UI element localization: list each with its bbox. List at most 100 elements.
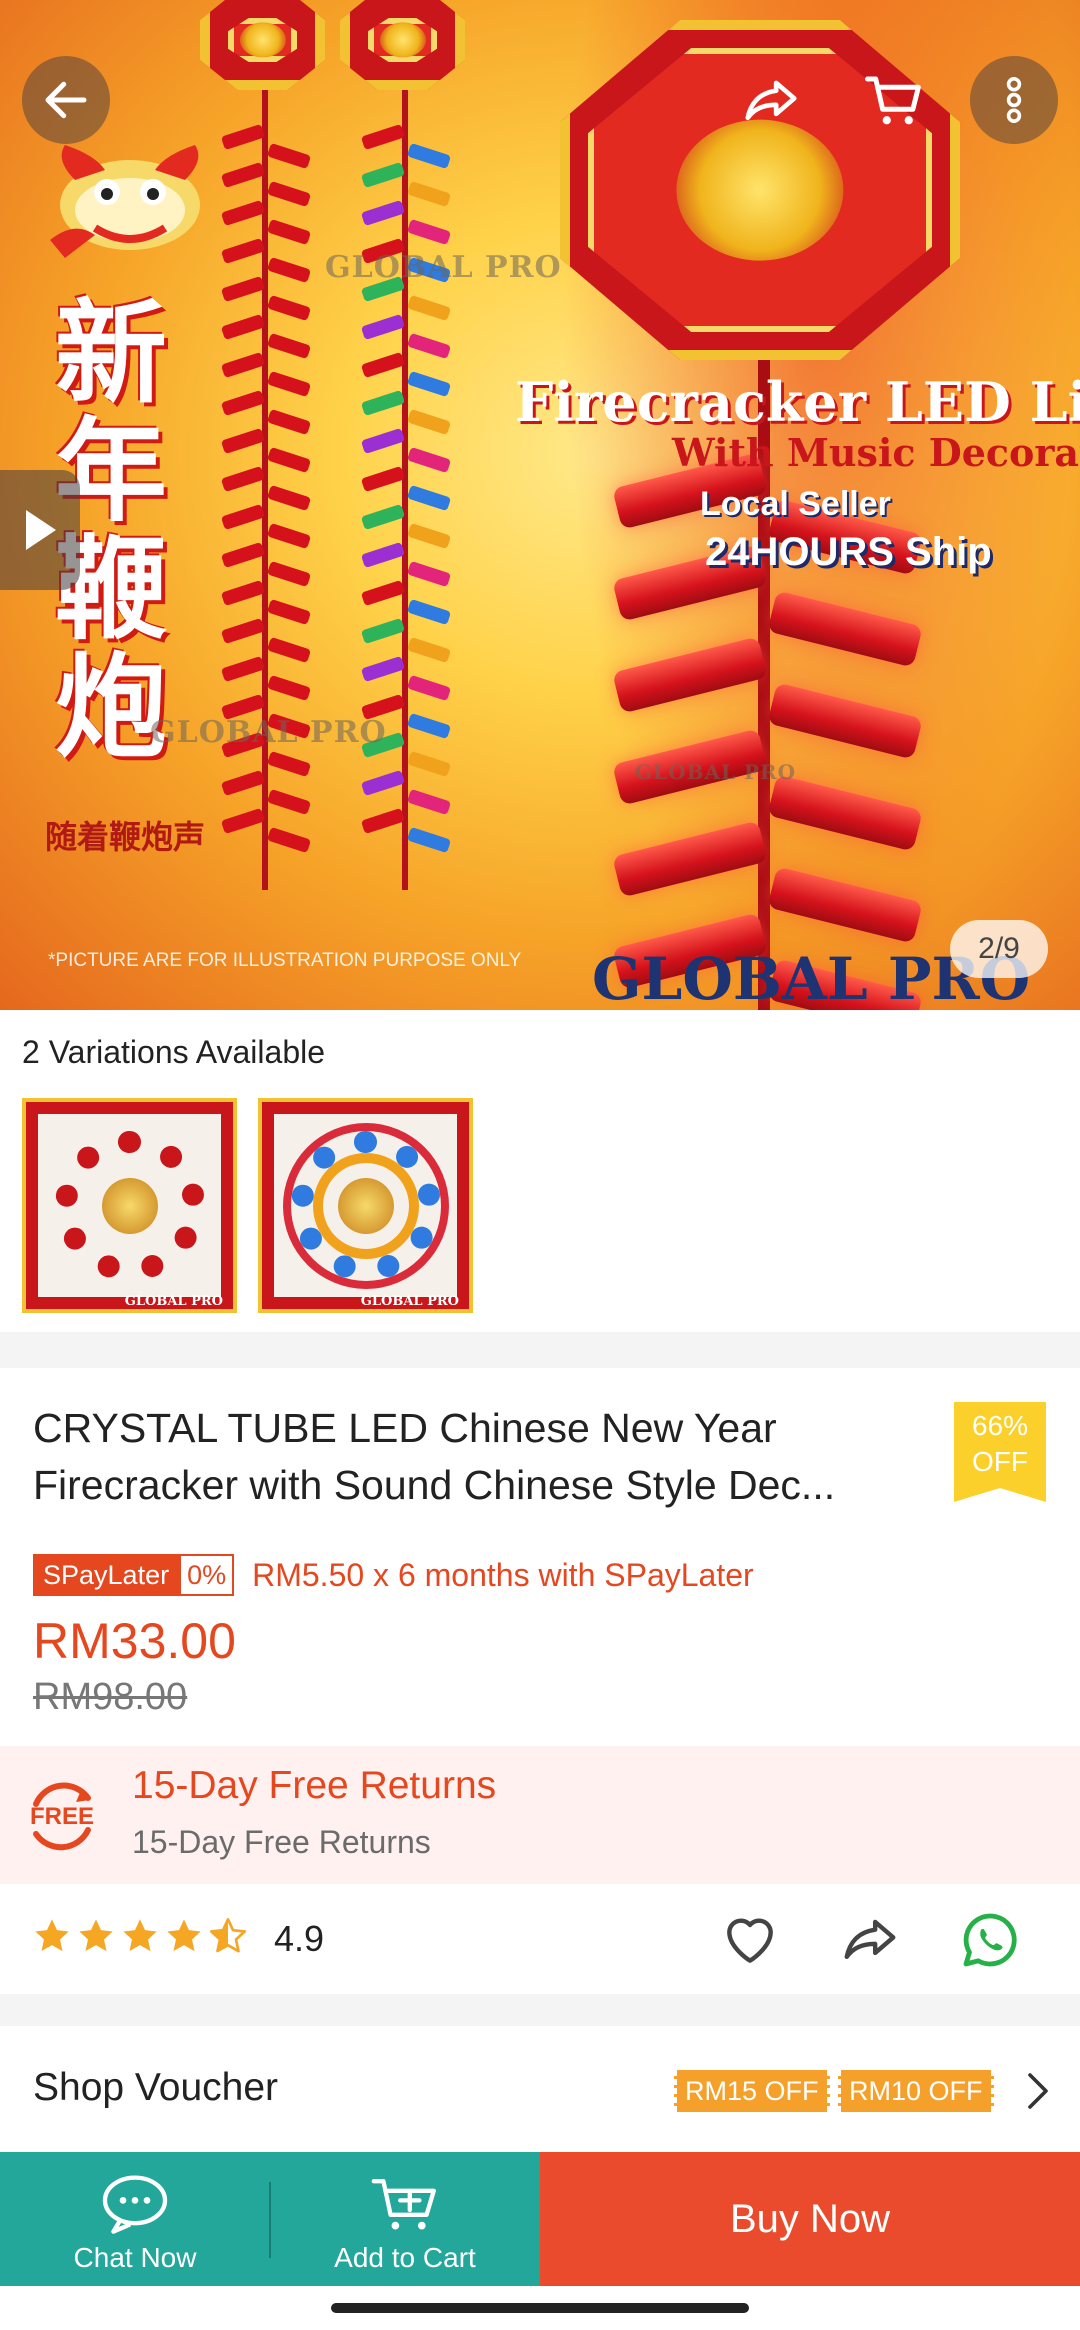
- free-badge-text: FREE: [30, 1803, 94, 1830]
- share-button[interactable]: [726, 56, 816, 146]
- firecracker-tube: [266, 674, 312, 702]
- firecracker-tube: [220, 275, 266, 303]
- cart-add-icon: [371, 2179, 436, 2230]
- whatsapp-share-button[interactable]: [958, 1908, 1022, 1972]
- buy-now-button[interactable]: Buy Now: [540, 2152, 1080, 2286]
- current-price: RM33.00: [33, 1613, 236, 1669]
- firecracker-tube: [220, 617, 266, 645]
- firecracker-tube: [266, 142, 312, 170]
- bottom-action-bar: Chat Now Add to Cart Buy Now: [0, 2152, 1080, 2286]
- play-video-button[interactable]: [0, 470, 80, 590]
- free-returns-banner[interactable]: FREE 15-Day Free Returns 15-Day Free Ret…: [0, 1746, 1080, 1884]
- firecracker-tube: [266, 636, 312, 664]
- image-disclaimer: *PICTURE ARE FOR ILLUSTRATION PURPOSE ON…: [48, 950, 522, 971]
- firecracker-tube: [360, 655, 406, 683]
- returns-subtitle: 15-Day Free Returns: [132, 1824, 431, 1860]
- firecracker-tube: [406, 712, 452, 740]
- watermark-1: GLOBAL PRO: [325, 250, 562, 285]
- promo-subtitle: With Music Decorations: [672, 430, 1080, 475]
- firecracker-tube: [360, 199, 406, 227]
- firecracker-tube: [220, 655, 266, 683]
- more-vertical-icon: [1006, 77, 1022, 123]
- firecracker-tube: [220, 427, 266, 455]
- discount-off: OFF: [972, 1446, 1028, 1477]
- discount-percent: 66%: [971, 1410, 1029, 1441]
- firecracker-tube: [266, 560, 312, 588]
- voucher-chevron[interactable]: [1018, 2068, 1058, 2114]
- chat-now-label: Chat Now: [73, 2242, 197, 2273]
- firecracker-tube: [406, 522, 452, 550]
- firecracker-tube: [406, 180, 452, 208]
- firecracker-tube: [360, 769, 406, 797]
- firecracker-tube: [220, 199, 266, 227]
- firecracker-tube: [266, 826, 312, 854]
- firecracker-tube: [220, 807, 266, 835]
- add-to-cart-label: Add to Cart: [334, 2242, 476, 2273]
- wishlist-button[interactable]: [718, 1908, 782, 1972]
- product-info-section: CRYSTAL TUBE LED Chinese New Year Firecr…: [0, 1368, 1080, 1746]
- ornament-left-2: [340, 0, 465, 90]
- product-title: CRYSTAL TUBE LED Chinese New Year Firecr…: [33, 1400, 933, 1514]
- firecracker-tube: [220, 389, 266, 417]
- firecracker-tube: [220, 313, 266, 341]
- lion-dance-image: [50, 145, 200, 258]
- firecracker-tube: [360, 389, 406, 417]
- rating-value: 4.9: [274, 1918, 325, 1959]
- firecracker-tube: [220, 237, 266, 265]
- firecracker-tube: [360, 465, 406, 493]
- voucher-tag-1[interactable]: RM15 OFF: [674, 2070, 830, 2112]
- firecracker-tube: [360, 807, 406, 835]
- chevron-right-icon: [1028, 2073, 1048, 2109]
- variation-thumb-colorful[interactable]: GLOBAL PRO: [258, 1098, 473, 1313]
- firecracker-tube: [360, 503, 406, 531]
- variation-thumb-red[interactable]: GLOBAL PRO: [22, 1098, 237, 1313]
- product-image-carousel[interactable]: 新年鞭炮 随着鞭炮声 GLOBAL PRO GLOBAL PRO GLOBAL …: [0, 0, 1080, 1010]
- firecracker-tube: [406, 674, 452, 702]
- firecracker-tube: [360, 617, 406, 645]
- firecracker-tube: [360, 579, 406, 607]
- firecracker-tube: [406, 332, 452, 360]
- firecracker-tube: [220, 769, 266, 797]
- star-filled-icon: [123, 1919, 157, 1952]
- whatsapp-icon: [963, 1913, 1017, 1967]
- variations-title: 2 Variations Available: [22, 1034, 326, 1070]
- image-page-counter: 2/9: [950, 920, 1048, 978]
- product-title-line-1: CRYSTAL TUBE LED Chinese New Year: [33, 1405, 777, 1451]
- firecracker-tube: [406, 446, 452, 474]
- firecracker-tube: [266, 332, 312, 360]
- discount-badge: 66% OFF: [954, 1402, 1046, 1502]
- rating-stars[interactable]: [32, 1916, 248, 1956]
- star-filled-icon: [79, 1919, 113, 1952]
- promo-title: Firecracker LED Light: [515, 370, 1080, 434]
- back-button[interactable]: [22, 56, 110, 144]
- firecracker-tube: [406, 598, 452, 626]
- firecracker-tube: [406, 484, 452, 512]
- firecracker-tube: [266, 256, 312, 284]
- firecracker-tube: [266, 218, 312, 246]
- chat-icon: [102, 2175, 168, 2234]
- home-indicator-area: [0, 2286, 1080, 2330]
- chat-now-button[interactable]: Chat Now: [0, 2152, 270, 2286]
- firecracker-tube: [360, 161, 406, 189]
- firecracker-tube: [406, 370, 452, 398]
- variations-section[interactable]: 2 Variations Available GLOBAL PRO GLOBAL…: [0, 1010, 1080, 1332]
- firecracker-tube: [360, 427, 406, 455]
- star-filled-icon: [167, 1919, 201, 1952]
- product-title-line-2: Firecracker with Sound Chinese Style Dec…: [33, 1462, 836, 1508]
- spaylater-rate: 0%: [179, 1554, 235, 1596]
- variation-thumb-tag: GLOBAL PRO: [124, 1294, 223, 1309]
- voucher-tag-2[interactable]: RM10 OFF: [838, 2070, 994, 2112]
- firecracker-tube: [266, 294, 312, 322]
- firecracker-tube: [406, 788, 452, 816]
- firecracker-tube: [406, 408, 452, 436]
- shop-voucher-row[interactable]: Shop Voucher RM15 OFF RM10 OFF: [0, 2026, 1080, 2152]
- home-indicator[interactable]: [331, 2303, 749, 2313]
- ornament-left-1: [200, 0, 325, 90]
- firecracker-tube: [220, 465, 266, 493]
- more-options-button[interactable]: [970, 56, 1058, 144]
- firecracker-tube: [360, 541, 406, 569]
- add-to-cart-button[interactable]: Add to Cart: [270, 2152, 540, 2286]
- share-product-button[interactable]: [838, 1908, 902, 1972]
- cart-button[interactable]: [850, 56, 940, 146]
- spaylater-row[interactable]: SPayLater 0% RM5.50 x 6 months with SPay…: [33, 1554, 754, 1596]
